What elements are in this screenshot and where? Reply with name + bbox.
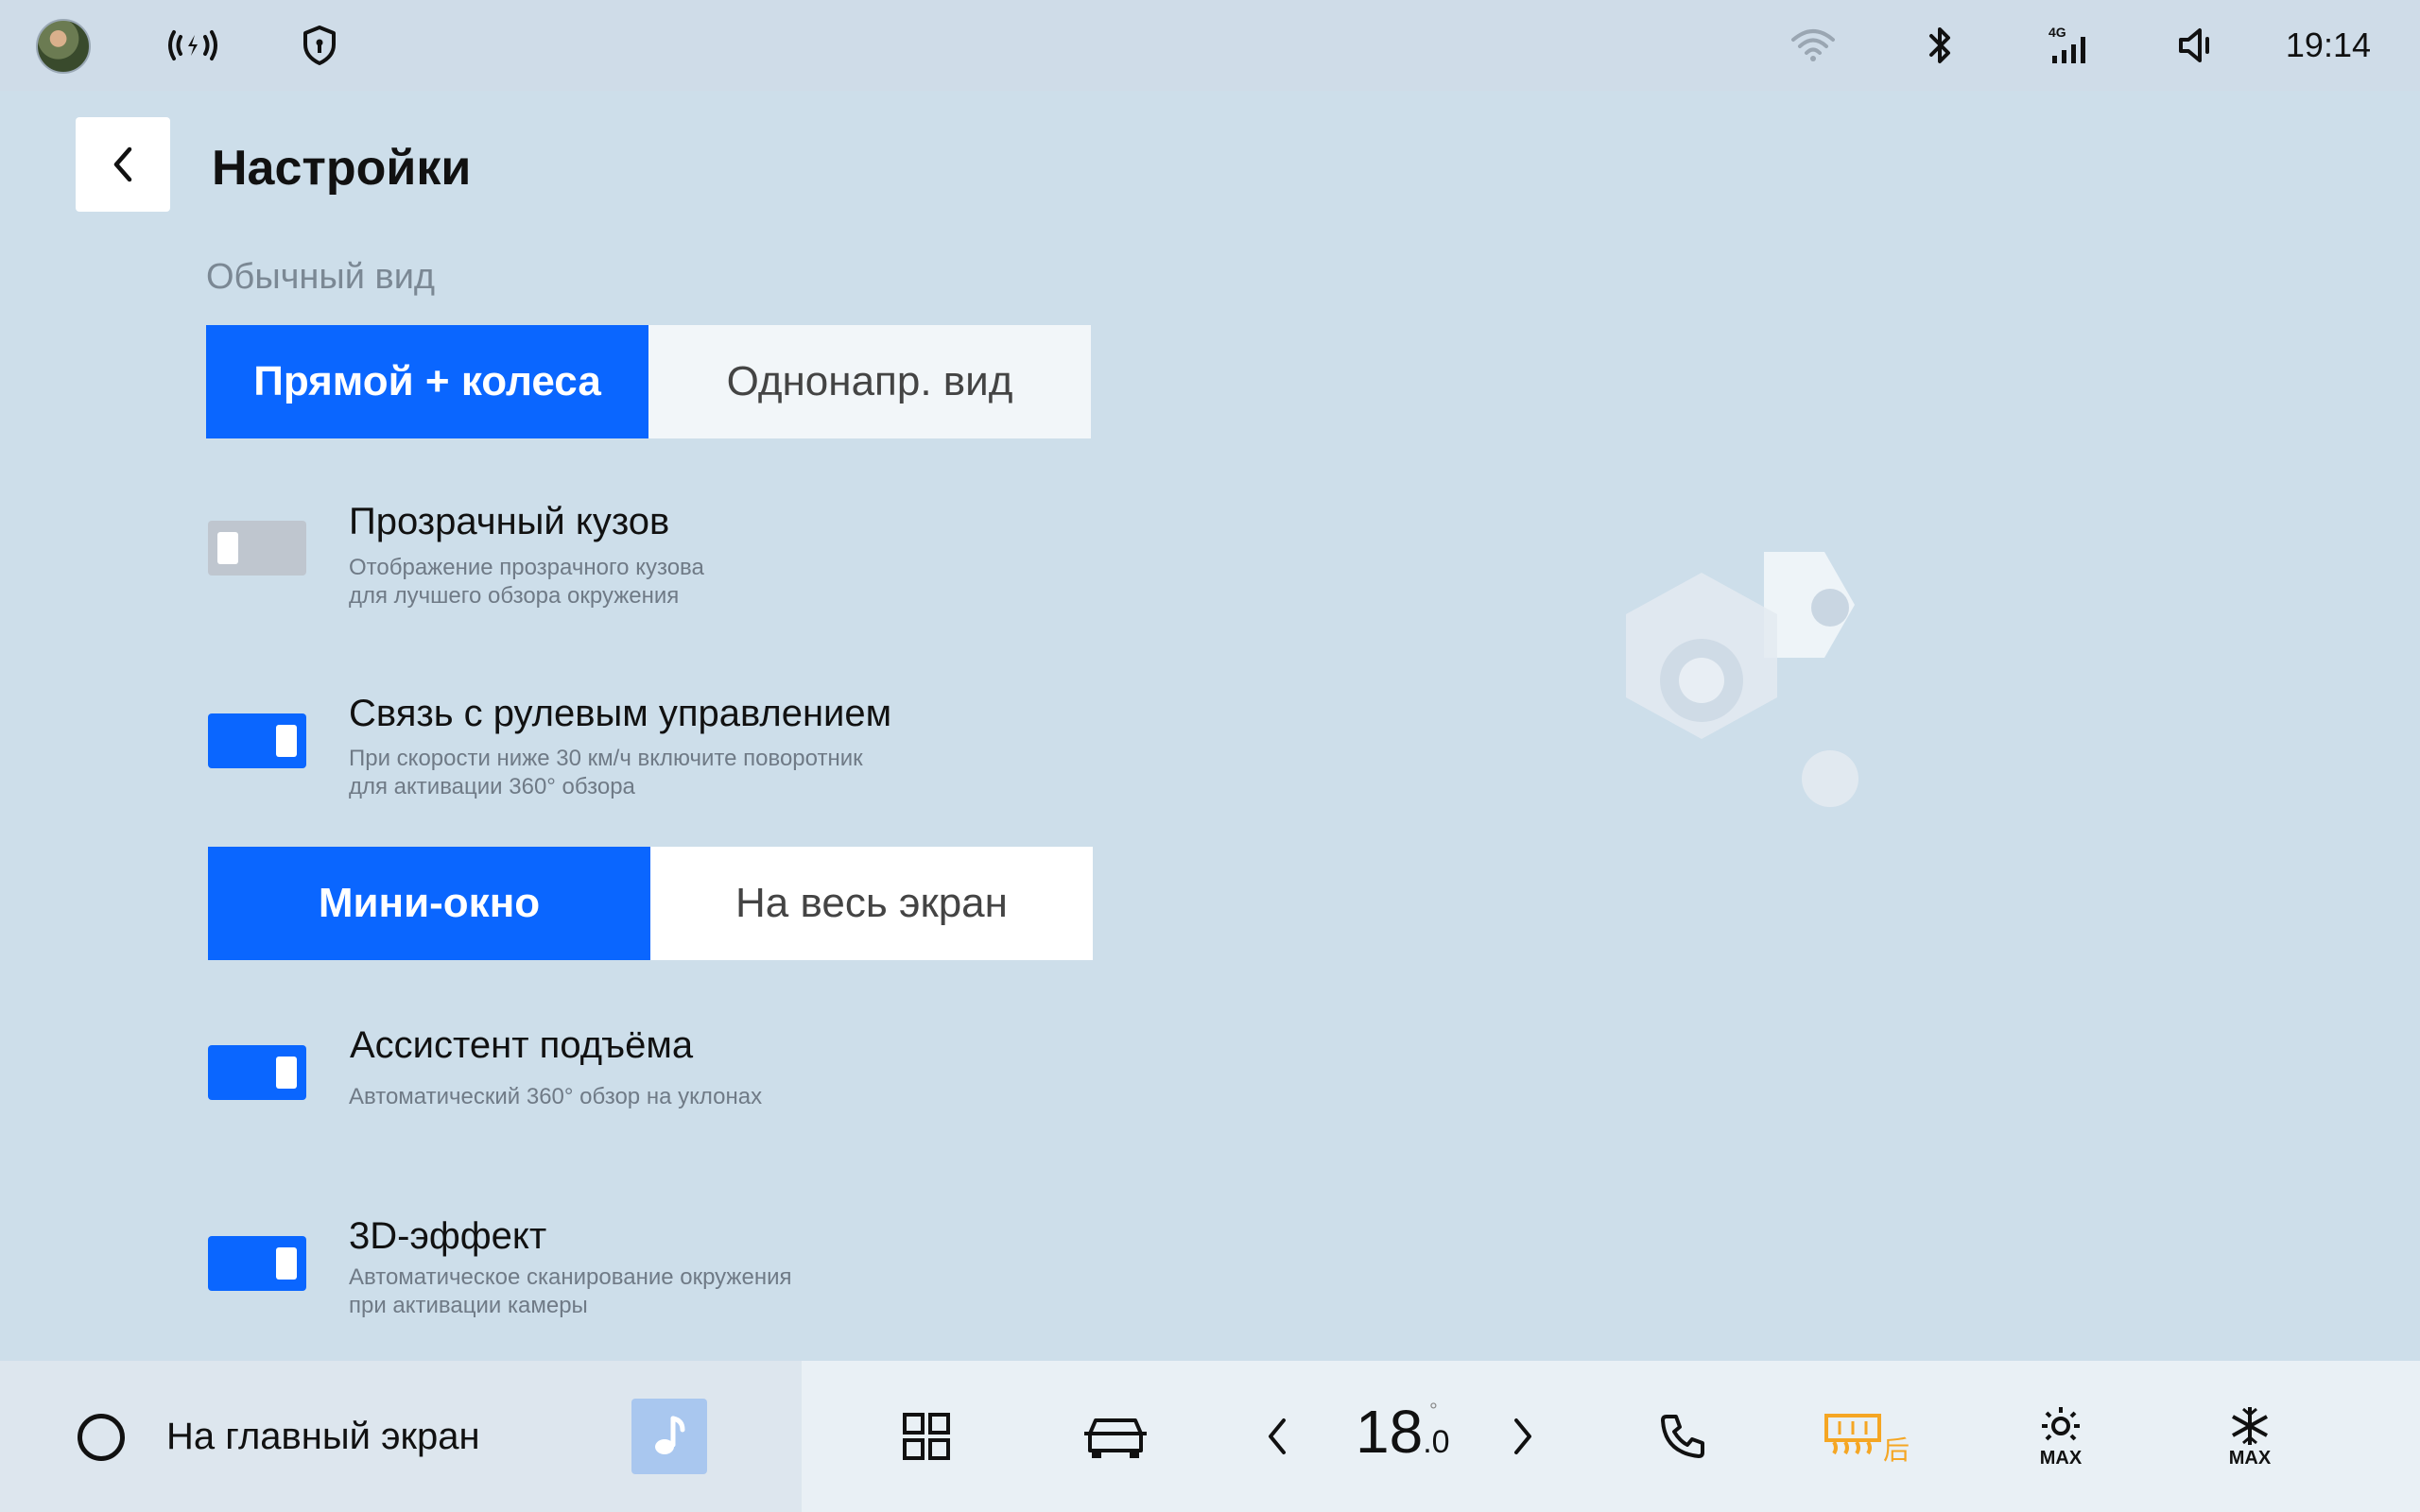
- bottom-bar-right: [802, 1361, 2420, 1512]
- back-button[interactable]: [76, 117, 170, 212]
- setting-desc-hill-assist: Автоматический 360° обзор на уклонах: [349, 1084, 763, 1109]
- setting-desc-3d-effect-line1: Автоматическое сканирование окружения: [349, 1264, 792, 1290]
- wireless-charging-icon: [163, 21, 223, 70]
- car-icon[interactable]: [1078, 1399, 1153, 1474]
- network-type-label: 4G: [2048, 25, 2066, 40]
- temperature-unit: °: [1429, 1399, 1438, 1422]
- max-label: MAX: [2040, 1448, 2083, 1469]
- music-note-icon: [655, 1416, 685, 1454]
- setting-title-hill-assist: Ассистент подъёма: [350, 1024, 694, 1066]
- phone-icon[interactable]: [1645, 1399, 1720, 1474]
- setting-title-3d-effect: 3D-эффект: [349, 1215, 547, 1257]
- home-circle-icon[interactable]: [78, 1414, 125, 1461]
- setting-desc-transparent-body-line1: Отображение прозрачного кузова: [349, 555, 704, 580]
- hill-assist-toggle[interactable]: [208, 1045, 306, 1100]
- normal-view-segmented-control: Прямой + колеса Однонапр. вид: [206, 325, 1091, 438]
- temperature-integer: 18: [1356, 1398, 1424, 1466]
- option-mini-window[interactable]: Мини-окно: [208, 847, 650, 960]
- toggle-knob: [217, 532, 238, 564]
- max-label: MAX: [2229, 1448, 2272, 1469]
- home-label[interactable]: На главный экран: [166, 1416, 480, 1458]
- setting-desc-3d-effect-line2: при активации камеры: [349, 1293, 588, 1318]
- rear-defrost-label: 后: [1883, 1435, 1910, 1465]
- chevron-left-icon: [1269, 1418, 1286, 1454]
- temperature-decimal: .0: [1423, 1424, 1450, 1460]
- toggle-knob: [276, 1057, 297, 1089]
- steering-link-toggle[interactable]: [208, 713, 306, 768]
- bluetooth-icon: [1921, 21, 1959, 70]
- temperature-decrease-button[interactable]: [1253, 1399, 1301, 1474]
- setting-desc-steering-link-line2: для активации 360° обзора: [349, 774, 635, 799]
- max-cooling-button[interactable]: MAX: [2212, 1399, 2288, 1474]
- setting-title-steering-link: Связь с рулевым управлением: [349, 693, 892, 734]
- volume-muted-icon[interactable]: [2176, 21, 2220, 70]
- setting-title-transparent-body: Прозрачный кузов: [349, 501, 670, 542]
- apps-grid-icon[interactable]: [889, 1399, 964, 1474]
- avatar[interactable]: [36, 19, 91, 74]
- setting-desc-steering-link-line1: При скорости ниже 30 км/ч включите повор…: [349, 746, 863, 771]
- snowflake-max-icon: MAX: [2229, 1407, 2272, 1469]
- temperature-increase-button[interactable]: [1499, 1399, 1547, 1474]
- window-mode-segmented-control: Мини-окно На весь экран: [208, 847, 1093, 960]
- temperature-display: 18.0 °: [1356, 1397, 1450, 1467]
- wifi-icon: [1787, 21, 1840, 70]
- toggle-knob: [276, 1247, 297, 1280]
- option-full-screen[interactable]: На весь экран: [650, 847, 1093, 960]
- status-time: 19:14: [2285, 26, 2371, 64]
- settings-gears-illustration: [1588, 539, 1928, 822]
- shield-icon: [299, 21, 340, 70]
- 3d-effect-toggle[interactable]: [208, 1236, 306, 1291]
- chevron-left-icon: [113, 146, 132, 182]
- option-direct-wheels[interactable]: Прямой + колеса: [206, 325, 648, 438]
- toggle-knob: [276, 725, 297, 757]
- section-label-normal-view: Обычный вид: [206, 257, 436, 297]
- rear-defrost-icon: 后: [1824, 1414, 1910, 1465]
- max-defrost-button[interactable]: MAX: [2023, 1399, 2099, 1474]
- option-one-direction-view[interactable]: Однонапр. вид: [648, 325, 1091, 438]
- transparent-body-toggle[interactable]: [208, 521, 306, 576]
- rear-defrost-button[interactable]: 后: [1823, 1399, 1917, 1474]
- page-title: Настройки: [212, 141, 472, 196]
- music-app-button[interactable]: [631, 1399, 707, 1474]
- chevron-right-icon: [1514, 1418, 1531, 1454]
- setting-desc-transparent-body-line2: для лучшего обзора окружения: [349, 583, 680, 609]
- cellular-4g-icon: 4G: [2046, 21, 2095, 70]
- sun-max-icon: MAX: [2040, 1407, 2083, 1469]
